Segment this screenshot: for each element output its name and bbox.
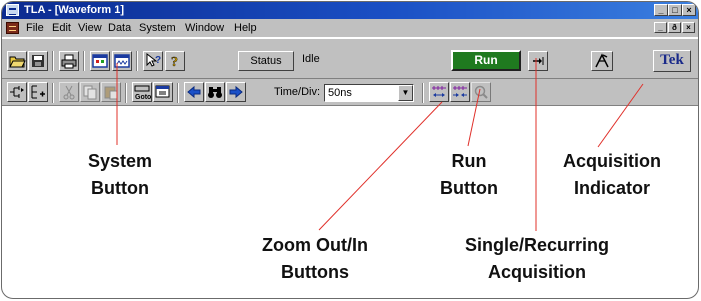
callout-acq-line1: Acquisition	[563, 151, 661, 171]
menu-window[interactable]: Window	[185, 19, 224, 37]
menu-file[interactable]: File	[26, 19, 44, 37]
run-button[interactable]: Run	[451, 50, 521, 71]
menu-system[interactable]: System	[139, 19, 176, 37]
main-toolbar: ? ? Status Idle Run Tek	[2, 38, 698, 78]
acquisition-indicator	[591, 51, 613, 71]
cut-button[interactable]	[59, 82, 79, 102]
search-button[interactable]	[205, 82, 225, 102]
document-icon[interactable]	[6, 22, 19, 34]
title-bar: TLA - [Waveform 1] _ □ ×	[2, 2, 698, 19]
callout-run-line1: Run	[451, 151, 487, 171]
zoom-out-icon	[432, 86, 446, 97]
add-waveform-icon	[10, 86, 24, 98]
acquisition-indicator-icon	[595, 53, 609, 68]
callout-acquisition-indicator: Acquisition Indicator	[542, 148, 682, 202]
leader-zoom-buttons	[318, 101, 443, 231]
properties-icon	[155, 85, 170, 98]
print-icon	[61, 54, 77, 69]
save-icon	[32, 55, 44, 67]
tek-logo: Tek	[653, 50, 691, 72]
callout-system-line1: System	[87, 151, 153, 171]
zoom-out-button[interactable]	[429, 82, 449, 102]
search-forward-button[interactable]	[226, 82, 246, 102]
callout-acq-line2: Indicator	[573, 178, 650, 198]
callout-system-line2: Button	[91, 178, 149, 198]
toolbar-separator	[125, 83, 127, 103]
doc-minimize-button[interactable]: _	[654, 22, 667, 33]
system-window-icon	[92, 54, 108, 68]
goto-button[interactable]: Goto	[132, 82, 152, 102]
add-group-icon	[31, 85, 45, 99]
callout-system-button: System Button	[65, 148, 175, 202]
search-back-button[interactable]	[184, 82, 204, 102]
callout-zoom-line1: Zoom Out/In	[262, 235, 368, 255]
status-text: Idle	[302, 53, 320, 65]
context-help-icon: ?	[146, 52, 161, 67]
goto-icon: Goto	[134, 85, 151, 101]
menu-help[interactable]: Help	[234, 19, 257, 37]
figure-frame: TLA - [Waveform 1] _ □ × File Edit View …	[1, 1, 699, 299]
doc-close-button[interactable]: ×	[682, 22, 695, 33]
help-button[interactable]: ?	[165, 51, 185, 71]
dropdown-arrow-icon[interactable]: ▼	[398, 85, 413, 101]
new-window-button[interactable]	[112, 51, 132, 71]
zoom-in-icon	[453, 86, 467, 97]
open-button[interactable]	[7, 51, 27, 71]
svg-text:?: ?	[155, 55, 161, 66]
callout-zoom-buttons: Zoom Out/In Buttons	[240, 232, 390, 286]
callout-run-button: Run Button	[434, 148, 504, 202]
callout-single-recurring: Single/Recurring Acquisition	[432, 232, 642, 286]
save-button[interactable]	[28, 51, 48, 71]
system-button[interactable]	[90, 51, 110, 71]
toolbar-separator	[52, 83, 54, 103]
callout-zoom-line2: Buttons	[281, 262, 349, 282]
help-icon: ?	[171, 55, 178, 70]
single-recurring-arrow-icon	[533, 57, 544, 65]
toolbar-separator	[177, 83, 179, 103]
context-help-button[interactable]: ?	[143, 51, 163, 71]
search-forward-icon	[229, 85, 243, 99]
add-group-button[interactable]	[28, 82, 48, 102]
toolbar-separator	[52, 51, 54, 71]
svg-text:?: ?	[171, 55, 178, 70]
single-recurring-button[interactable]	[528, 51, 548, 71]
app-icon	[6, 4, 19, 16]
menu-bar: File Edit View Data System Window Help _…	[2, 19, 698, 37]
svg-text:Goto: Goto	[135, 94, 151, 101]
print-button[interactable]	[59, 51, 79, 71]
toolbar-separator	[422, 83, 424, 103]
time-div-select[interactable]: 50ns ▼	[324, 84, 414, 102]
add-waveform-button[interactable]	[7, 82, 27, 102]
copy-icon	[83, 85, 97, 100]
menu-edit[interactable]: Edit	[52, 19, 71, 37]
doc-restore-button[interactable]: ð	[668, 22, 681, 33]
callout-run-line2: Button	[440, 178, 498, 198]
toolbar-separator	[136, 51, 138, 71]
copy-button[interactable]	[80, 82, 100, 102]
maximize-button[interactable]: □	[668, 4, 682, 16]
window-title: TLA - [Waveform 1]	[24, 4, 125, 16]
zoom-in-button[interactable]	[450, 82, 470, 102]
waveform-toolbar: Goto Time/Div: 50ns ▼	[2, 78, 698, 106]
paste-button[interactable]	[101, 82, 121, 102]
callout-single-line1: Single/Recurring	[464, 235, 610, 255]
menu-view[interactable]: View	[78, 19, 102, 37]
open-folder-icon	[9, 56, 26, 68]
status-button[interactable]: Status	[238, 51, 294, 71]
minimize-button[interactable]: _	[654, 4, 668, 16]
close-button[interactable]: ×	[682, 4, 696, 16]
paste-icon	[104, 86, 118, 100]
new-window-icon	[114, 54, 130, 68]
callout-single-line2: Acquisition	[488, 262, 586, 282]
binoculars-icon	[208, 87, 222, 98]
time-div-label: Time/Div:	[274, 86, 321, 98]
menu-data[interactable]: Data	[108, 19, 131, 37]
cut-icon	[63, 85, 75, 100]
time-div-value: 50ns	[328, 87, 352, 99]
search-back-icon	[187, 85, 201, 99]
magnifier-icon	[474, 85, 488, 99]
properties-button[interactable]	[153, 82, 173, 102]
toolbar-separator	[83, 51, 85, 71]
magnifier-button[interactable]	[471, 82, 491, 102]
